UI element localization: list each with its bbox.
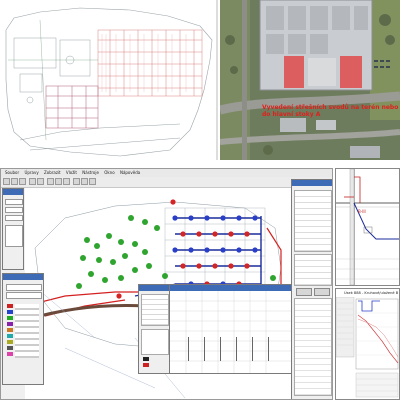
save-icon[interactable] — [19, 178, 26, 185]
pipe-parameters-list[interactable] — [294, 190, 332, 252]
legend-swatch[interactable] — [7, 316, 13, 320]
right-properties-panel — [291, 179, 332, 399]
aerial-annotation-line-2: do hlavní stoky A — [262, 111, 321, 118]
site-plan-panel — [0, 0, 218, 160]
manhole-parameters-list[interactable] — [294, 254, 332, 286]
menu-item-insert[interactable]: Vložit — [66, 170, 77, 175]
zoom-out-icon[interactable] — [55, 178, 62, 185]
properties-grid[interactable] — [141, 329, 169, 355]
layers-icon[interactable] — [89, 178, 96, 185]
color-legend-panel — [2, 273, 44, 385]
legend-swatch[interactable] — [7, 304, 13, 308]
menu-item-tools[interactable]: Nástroje — [82, 170, 99, 175]
layer-panel — [2, 188, 24, 270]
aerial-photo — [220, 0, 400, 160]
line-style-swatch[interactable] — [143, 357, 149, 361]
section-chart — [336, 297, 399, 398]
apply-button[interactable] — [296, 288, 312, 296]
legend-swatch[interactable] — [7, 334, 13, 338]
cad-application-window: Soubor Úpravy Zobrazit Vložit Nástroje O… — [0, 168, 333, 400]
legend-panel-caption — [3, 274, 43, 280]
new-file-icon[interactable] — [3, 178, 10, 185]
menu-item-edit[interactable]: Úpravy — [24, 170, 38, 175]
object-tree[interactable] — [294, 298, 332, 396]
pan-icon[interactable] — [63, 178, 70, 185]
legend-dropdown[interactable] — [6, 284, 42, 291]
legend-swatch[interactable] — [7, 346, 13, 350]
undo-icon[interactable] — [29, 178, 36, 185]
profile-label: B-III — [358, 209, 366, 214]
line-style-swatch[interactable] — [143, 363, 149, 367]
legend-swatch[interactable] — [7, 328, 13, 332]
open-file-icon[interactable] — [11, 178, 18, 185]
attributes-table-panel — [169, 284, 293, 374]
layer-field[interactable] — [5, 207, 23, 213]
layer-list[interactable] — [5, 225, 23, 247]
menu-item-file[interactable]: Soubor — [5, 170, 19, 175]
legend-dropdown[interactable] — [6, 292, 42, 299]
cancel-button[interactable] — [314, 288, 330, 296]
layer-field[interactable] — [5, 199, 23, 205]
profile-view-panel: B-III — [335, 168, 400, 286]
menu-item-help[interactable]: Nápověda — [120, 170, 140, 175]
legend-swatch[interactable] — [7, 310, 13, 314]
longitudinal-section-panel: Úsek 888 - Kruhové/uložené B — [335, 288, 400, 400]
object-properties-dialog — [138, 284, 170, 374]
select-icon[interactable] — [73, 178, 80, 185]
zoom-in-icon[interactable] — [47, 178, 54, 185]
right-panel-caption — [292, 180, 332, 186]
properties-dialog-caption — [139, 285, 169, 291]
menu-item-window[interactable]: Okno — [104, 170, 114, 175]
legend-labels — [15, 304, 39, 358]
profile-drawing[interactable] — [336, 169, 399, 285]
redo-icon[interactable] — [37, 178, 44, 185]
aerial-annotation-line-1: Vyvedení střešních svodů na terén nebo — [262, 104, 399, 111]
main-toolbar — [1, 177, 332, 188]
layer-panel-caption — [3, 189, 23, 195]
properties-list[interactable] — [141, 294, 169, 326]
section-caption: Úsek 888 - Kruhové/uložené B — [344, 291, 399, 295]
menu-item-view[interactable]: Zobrazit — [44, 170, 61, 175]
legend-swatch[interactable] — [7, 340, 13, 344]
site-plan-drawing — [0, 0, 216, 160]
legend-swatch[interactable] — [7, 322, 13, 326]
layer-field[interactable] — [5, 215, 23, 221]
aerial-photo-panel: Vyvedení střešních svodů na terén nebo d… — [220, 0, 400, 160]
line-tool-icon[interactable] — [81, 178, 88, 185]
legend-swatch[interactable] — [7, 352, 13, 356]
attributes-table-grid[interactable] — [170, 291, 292, 373]
